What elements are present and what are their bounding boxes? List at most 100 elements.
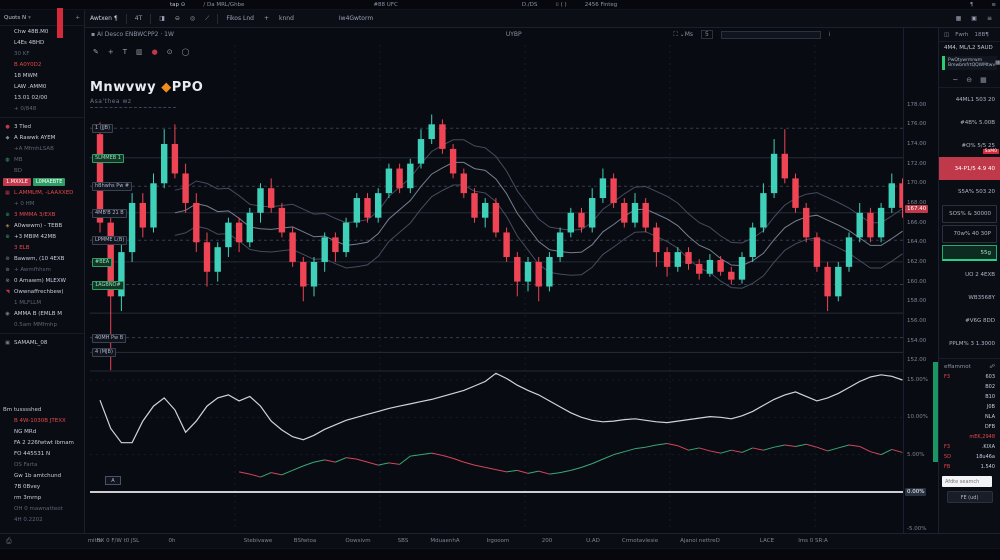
menubar-center-item[interactable]: #88 UFC [373, 2, 397, 8]
notice-box[interactable]: PwQtywrmrwmBmwbmfrtQQWMtwv▦ [942, 56, 997, 70]
order-row[interactable]: #V6G 8DD [939, 309, 1000, 332]
chart-symbol-label[interactable]: ▪ AI Desco ENBWCPP2 · 1W [91, 31, 174, 38]
watchlist-row[interactable]: FO 445531 N [0, 448, 84, 459]
watchlist-row[interactable]: ◆A Rawwk AYEM [0, 132, 84, 143]
watchlist-row[interactable]: ◥Owwnaffrechbew) [0, 286, 84, 297]
order-row[interactable]: 34-P1/5 4.9 40SaM0 [939, 157, 1000, 180]
watchlist-row[interactable]: 4H 0.2202 [0, 514, 84, 525]
price-level-label[interactable]: 4MB'B 21 B [92, 209, 127, 218]
watchlist-row[interactable]: OS Farta [0, 459, 84, 470]
indicator-badge[interactable]: A [105, 476, 121, 485]
order-row[interactable]: UO 2 4EXB [939, 263, 1000, 286]
price-level-label[interactable]: 5LMMEB 1 [92, 154, 124, 163]
menubar-item-right2[interactable]: ⁞⁞ ( ) [555, 2, 566, 8]
add-symbol-button[interactable]: + [75, 15, 80, 21]
watchlist-row[interactable]: FA 2 226fwtwt ibmam [0, 437, 84, 448]
alert-button[interactable]: knnd [279, 15, 294, 22]
dropdown-caret[interactable]: ⌄Ms [680, 31, 693, 38]
grid-layout-icon[interactable]: ▦ [956, 15, 962, 22]
camera-icon[interactable]: ⛶ [674, 31, 678, 38]
watchlist-row[interactable]: BD [0, 165, 84, 176]
grid-icon[interactable]: ▦ [980, 76, 987, 84]
stats-search-input[interactable] [942, 476, 992, 487]
submit-button[interactable]: FE (ud) [947, 491, 993, 503]
watchlist-row[interactable]: B 4W-1030B JTEXX [0, 415, 84, 426]
panel-tab[interactable]: ◫ [944, 32, 949, 38]
watchlist-row[interactable]: + 0/848 [0, 103, 84, 114]
menubar-item-right1[interactable]: D./DS [522, 2, 538, 8]
app-brand[interactable]: tap ⊙ [170, 2, 185, 8]
watchlist-row[interactable]: ▦L.AMMLfM, -LAAXXED [0, 187, 84, 198]
time-axis[interactable]: ⎙ mitteBX 0 F/W t0 JSL0hStebivaweBSfwtoa… [0, 533, 1000, 548]
price-level-label[interactable]: 4 (MJB) [92, 348, 116, 357]
notice-icon[interactable]: ▦ [995, 60, 1000, 66]
watchlist-row[interactable]: ⊕3 MMMA 3/EXB [0, 209, 84, 220]
watchlist-row[interactable]: ▣SAMAML_08 [0, 337, 84, 348]
panel-toggle-icon[interactable]: ⎙ [6, 537, 12, 546]
price-level-label[interactable]: hBhwhs Pw # [92, 182, 132, 191]
chevron-down-icon[interactable]: ▾ [28, 15, 31, 21]
watchlist-row[interactable]: 7B 0Bvey [0, 481, 84, 492]
quick-search-input[interactable] [721, 31, 821, 39]
more-icon[interactable]: ⁞ [829, 31, 831, 38]
watchlist-badge-row[interactable]: 1.MXXLEL0MAEBTE [0, 176, 84, 187]
order-row[interactable]: #4B% 5.00B [939, 111, 1000, 134]
pin-icon[interactable]: ¶ [970, 2, 974, 8]
order-row[interactable]: 55g [942, 245, 997, 261]
order-row[interactable]: 44ML1 503 20 [939, 88, 1000, 111]
watchlist-row[interactable]: ⊚+ Awmfhhsm [0, 264, 84, 275]
watchlist-row[interactable]: 30 KF [0, 48, 84, 59]
watchlist-row[interactable]: ◉AMMA B (EMLB M [0, 308, 84, 319]
watchlist-row[interactable]: OH 0 mawnatteot [0, 503, 84, 514]
line-tool-icon[interactable]: ⟋ [205, 15, 209, 23]
layout-label[interactable]: Iw4Gwtorm [339, 15, 373, 22]
price-level-label[interactable]: 40MH Pw B [92, 334, 126, 343]
price-level-label[interactable]: LPMME L(B) [92, 236, 127, 245]
watchlist-row[interactable]: 13.01 02/00 [0, 92, 84, 103]
compare-icon[interactable]: ⊖ [175, 15, 180, 22]
price-level-label[interactable]: 1AGBNO# [92, 281, 124, 290]
count-box[interactable]: 5 [701, 30, 713, 39]
watchlist-row[interactable]: Gw 1b amtchund [0, 470, 84, 481]
order-row[interactable]: 70w% 40 30P [942, 225, 997, 243]
watchlist-row[interactable]: +A MfmhLSAB [0, 143, 84, 154]
indicators-button[interactable]: Fikos Lnd [226, 15, 254, 22]
watchlist-row[interactable]: Chw 48B.M0 [0, 26, 84, 37]
menubar-item-right3[interactable]: 2456 Finteg [585, 2, 618, 8]
order-row[interactable]: S5A% 503 20 [939, 180, 1000, 203]
order-row[interactable]: SOS% & 30000 [942, 205, 997, 223]
price-level-label[interactable]: #BEA [92, 258, 112, 267]
settings-icon[interactable]: ≡ [987, 15, 992, 22]
watchlist-row[interactable]: 3 ELB [0, 242, 84, 253]
watchlist-row[interactable]: ◈A0wwwm) - TEBB [0, 220, 84, 231]
price-level-label[interactable]: 1 (JJB) [92, 124, 113, 133]
price-axis[interactable]: 178.00176.00174.00172.00170.00168.00166.… [903, 28, 938, 533]
menubar-item[interactable]: / Da MRL/Ghbe [203, 2, 244, 8]
fullscreen-icon[interactable]: ▣ [971, 15, 977, 22]
alert-badge-red[interactable]: 1.MXXLE [3, 178, 31, 186]
watchlist-row[interactable]: ◍MB [0, 154, 84, 165]
panel-tab[interactable]: 18B¶ [975, 32, 989, 38]
watchlist-row[interactable]: ⊜Bawwm, (10 4EXB [0, 253, 84, 264]
order-row[interactable]: WB3568Y [939, 286, 1000, 309]
snapshot-icon[interactable]: ◎ [190, 15, 195, 22]
watchlist-row[interactable]: 1 MLFLLM [0, 297, 84, 308]
watchlist-row[interactable]: B A0Y0D2 [0, 59, 84, 70]
watchlist-row[interactable]: L4Es 4BHD [0, 37, 84, 48]
alert-badge-green[interactable]: L0MAEBTE [33, 178, 66, 186]
menu-icon[interactable]: ≡ [991, 2, 996, 8]
watchlist-row[interactable]: ⊕+3 MBIM 42MB [0, 231, 84, 242]
watchlist-row[interactable]: 18 MWM [0, 70, 84, 81]
watchlist-row[interactable]: LAW .AMM0 [0, 81, 84, 92]
symbol-button[interactable]: Awtxen ¶ [90, 15, 118, 22]
watchlist-row[interactable]: ●3 Tled [0, 121, 84, 132]
add-button[interactable]: + [264, 15, 269, 22]
watchlist-row[interactable]: rm 3mrnp [0, 492, 84, 503]
watchlist-row[interactable]: 0.5am MMfmhp [0, 319, 84, 330]
watchlist-row[interactable]: ⊗0 Amawm) MLEXW [0, 275, 84, 286]
interval-button[interactable]: 4T [135, 15, 142, 22]
panel-tab[interactable]: Fwrh [955, 32, 968, 38]
minus-icon[interactable]: ⊖ [966, 76, 972, 84]
expand-control[interactable]: ~ [952, 76, 958, 84]
watchlist-row[interactable]: + 0 HM [0, 198, 84, 209]
